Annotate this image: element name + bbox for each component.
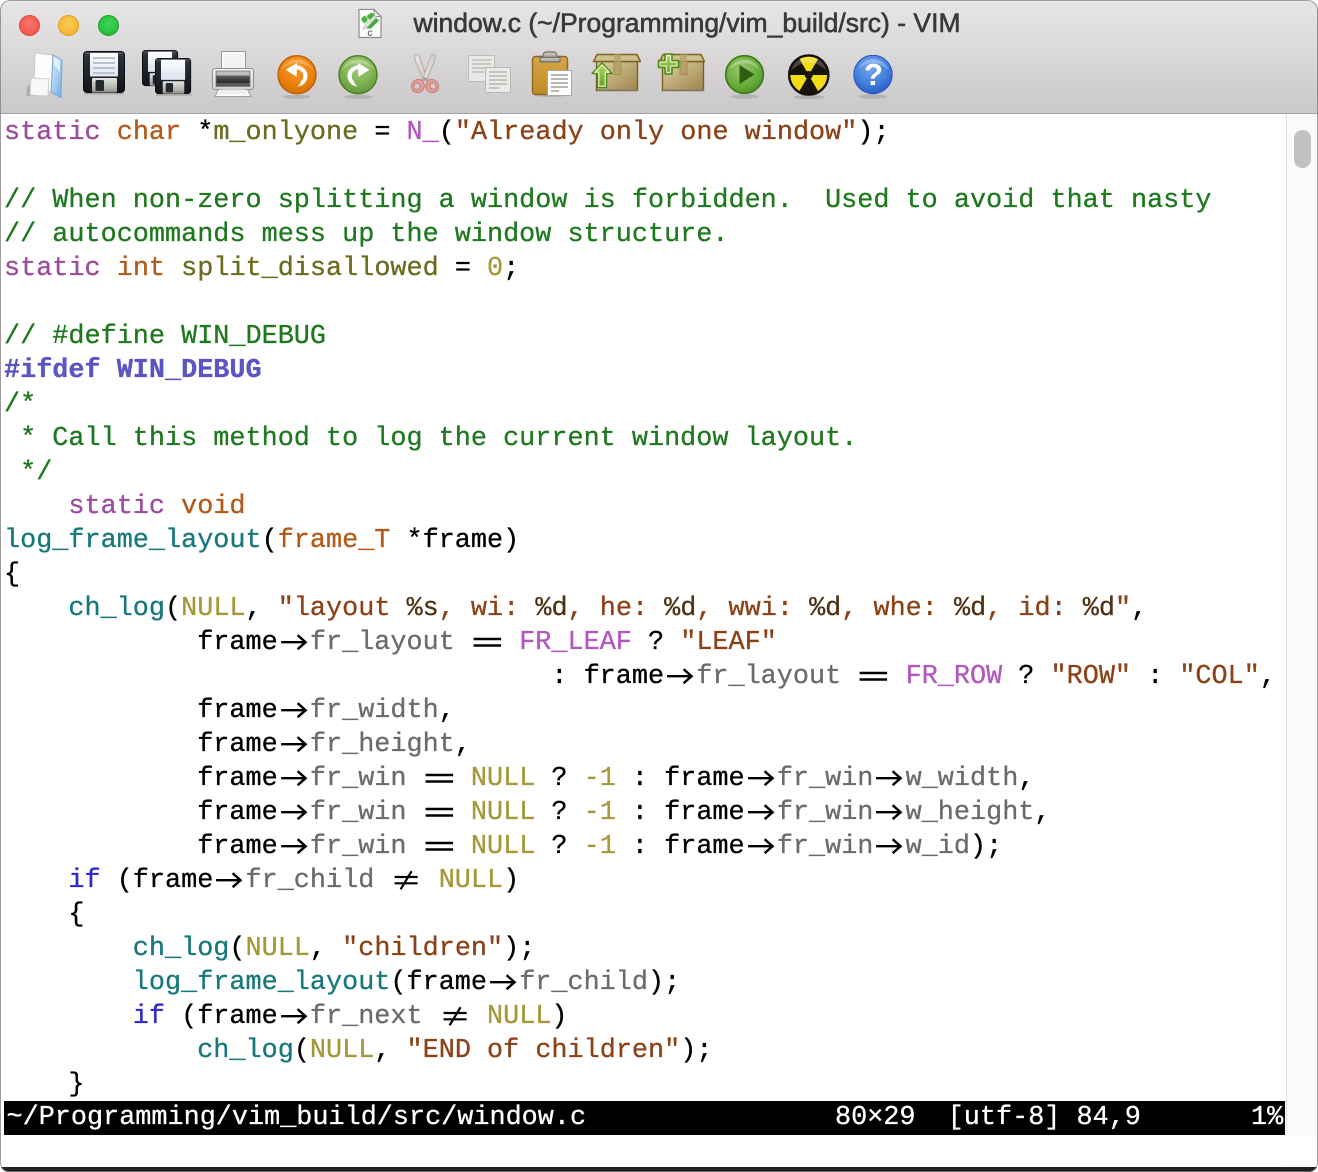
svg-text:?: ? (864, 57, 883, 92)
svg-text:c: c (367, 27, 372, 39)
